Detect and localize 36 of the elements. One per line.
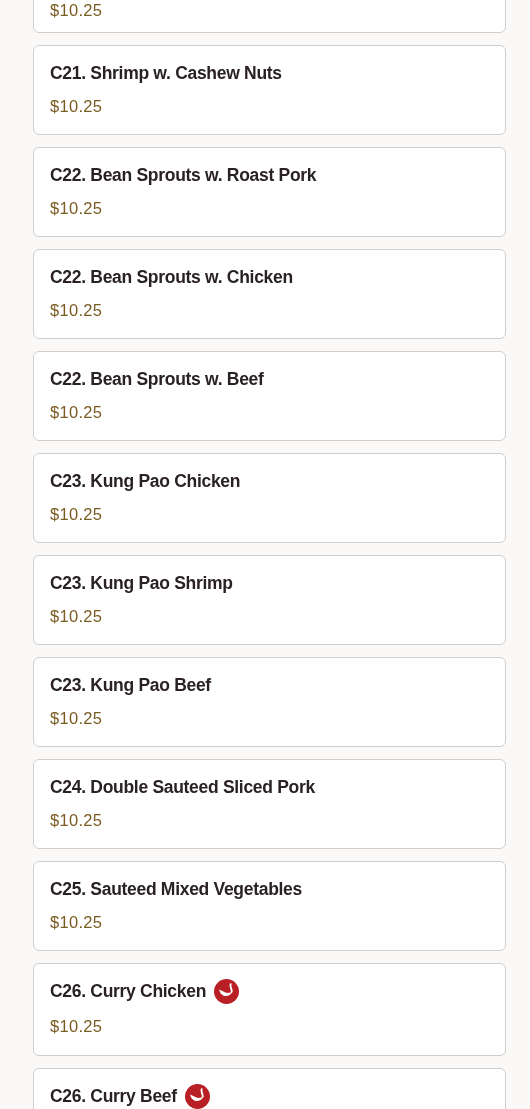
dish-price: $10.25 — [50, 199, 104, 218]
menu-item-card[interactable]: C26. Curry Beef — [33, 1068, 506, 1109]
dish-price: $10.25 — [50, 913, 104, 932]
menu-item-card[interactable]: C22. Bean Sprouts w. Chicken $10.25 — [33, 249, 506, 339]
dish-name: C23. Kung Pao Chicken — [50, 470, 241, 492]
menu-item-card[interactable]: C23. Kung Pao Shrimp $10.25 — [33, 555, 506, 645]
dish-name: C24. Double Sauteed Sliced Pork — [50, 776, 315, 798]
menu-item-card[interactable]: C25. Sauteed Mixed Vegetables $10.25 — [33, 861, 506, 951]
menu-item-card[interactable]: C23. Kung Pao Beef $10.25 — [33, 657, 506, 747]
menu-item-card[interactable]: C23. Kung Pao Chicken $10.25 — [33, 453, 506, 543]
dish-name: C22. Bean Sprouts w. Chicken — [50, 266, 293, 288]
dish-price: $10.25 — [50, 811, 104, 830]
dish-price: $10.25 — [50, 607, 104, 626]
dish-price: $10.25 — [50, 97, 104, 116]
dish-name: C22. Bean Sprouts w. Roast Pork — [50, 164, 317, 186]
dish-price: $10.25 — [50, 1, 104, 20]
dish-name: C26. Curry Beef — [50, 1085, 177, 1107]
dish-name: C21. Shrimp w. Cashew Nuts — [50, 62, 282, 84]
menu-item-card[interactable]: C21. Shrimp w. Cashew Nuts $10.25 — [33, 45, 506, 135]
dish-name: C23. Kung Pao Beef — [50, 674, 211, 696]
dish-price: $10.25 — [50, 505, 104, 524]
menu-item-card[interactable]: C22. Bean Sprouts w. Beef $10.25 — [33, 351, 506, 441]
menu-item-card[interactable]: C26. Curry Chicken $10.25 — [33, 963, 506, 1056]
dish-name: C26. Curry Chicken — [50, 980, 207, 1002]
dish-price: $10.25 — [50, 403, 104, 422]
dish-price: $10.25 — [50, 1017, 104, 1036]
chili-pepper-icon — [184, 1083, 210, 1109]
dish-price: $10.25 — [50, 301, 104, 320]
chili-pepper-icon — [214, 978, 240, 1004]
menu-item-card[interactable]: $10.25 — [33, 0, 506, 33]
dish-name: C25. Sauteed Mixed Vegetables — [50, 878, 302, 900]
menu-item-card[interactable]: C22. Bean Sprouts w. Roast Pork $10.25 — [33, 147, 506, 237]
dish-name: C22. Bean Sprouts w. Beef — [50, 368, 264, 390]
dish-name: C23. Kung Pao Shrimp — [50, 572, 233, 594]
dish-price: $10.25 — [50, 709, 104, 728]
menu-item-card[interactable]: C24. Double Sauteed Sliced Pork $10.25 — [33, 759, 506, 849]
